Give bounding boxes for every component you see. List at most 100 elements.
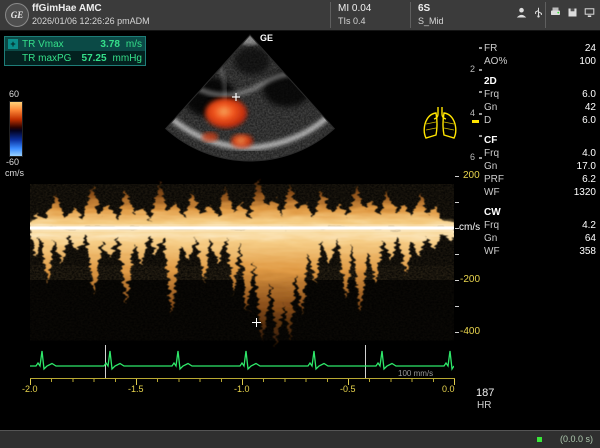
depth-label: 4 [470, 108, 475, 118]
param-value: 6.0 [582, 114, 596, 127]
section-header-cw[interactable]: CW [484, 206, 596, 219]
param-label: Gn [484, 101, 497, 114]
param-row[interactable]: Frq 6.0 [484, 88, 596, 101]
param-label: Gn [484, 232, 497, 245]
param-row[interactable]: Gn 64 [484, 232, 596, 245]
printer-icon[interactable] [550, 7, 561, 18]
param-label: Gn [484, 160, 497, 173]
param-label: PRF [484, 173, 504, 186]
param-row[interactable]: PRF 6.2 [484, 173, 596, 186]
operator-id: ADM [130, 16, 150, 26]
datetime: 2026/01/06 12:26:26 pmADM [32, 15, 150, 27]
param-value: 42 [585, 101, 596, 114]
depth-label: 2 [470, 64, 475, 74]
patient-info: ffGimHae AMC 2026/01/06 12:26:26 pmADM [32, 3, 150, 27]
ecg-trace [30, 346, 454, 378]
param-label: FR [484, 42, 497, 55]
depth-tick [479, 47, 482, 49]
datetime-text: 2026/01/06 12:26:26 pm [32, 16, 130, 26]
measurement-label: TR maxPG [22, 53, 78, 64]
colorbar-max-label: 60 [9, 89, 19, 99]
top-bar: GE ffGimHae AMC 2026/01/06 12:26:26 pmAD… [0, 0, 600, 31]
param-label: WF [484, 245, 500, 258]
measurement-result-box: + TR Vmax 3.78 m/s + TR maxPG 57.25 mmHg [4, 36, 146, 66]
measurement-row[interactable]: + TR maxPG 57.25 mmHg [5, 51, 145, 65]
measurement-unit: mmHg [113, 53, 142, 64]
velocity-tick [455, 332, 459, 333]
depth-tick [479, 113, 482, 115]
section-label: 2D [484, 75, 497, 88]
velocity-scale-unit: cm/s [459, 222, 480, 233]
status-icons [516, 7, 595, 18]
disk-icon[interactable] [567, 7, 578, 18]
param-value: 100 [579, 55, 596, 68]
param-value: 17.0 [577, 160, 596, 173]
bottom-status-bar: (0.0.0 s) [0, 430, 600, 448]
heart-rate-label: HR [477, 400, 491, 411]
usb-icon[interactable] [533, 7, 544, 18]
color-doppler-bar [9, 101, 23, 157]
probe-name[interactable]: 6S [418, 3, 444, 15]
velocity-tick [455, 202, 459, 203]
velocity-scale-bottom: -400 [460, 326, 480, 337]
measurement-unit: m/s [126, 39, 142, 50]
section-label: CF [484, 134, 497, 147]
depth-tick [479, 69, 482, 71]
param-label: Frq [484, 147, 499, 160]
probe-info[interactable]: 6S S_Mid [418, 3, 444, 27]
probe-orientation-marker: GE [260, 33, 273, 43]
clip-time-status: (0.0.0 s) [560, 434, 593, 444]
spectral-baseline[interactable] [30, 227, 454, 230]
param-value: 24 [585, 42, 596, 55]
time-tick-label: -0.5 [340, 384, 356, 394]
topbar-divider [410, 2, 411, 28]
network-icon[interactable] [584, 7, 595, 18]
param-label: D [484, 114, 491, 127]
param-value: 4.0 [582, 147, 596, 160]
time-tick-label: -1.0 [234, 384, 250, 394]
param-value: 1320 [574, 186, 596, 199]
param-row: FR 24 [484, 42, 596, 55]
param-row[interactable]: WF1320 [484, 186, 596, 199]
user-icon[interactable] [516, 7, 527, 18]
param-row[interactable]: D 6.0 [484, 114, 596, 127]
param-value: 358 [579, 245, 596, 258]
preset-name[interactable]: S_Mid [418, 15, 444, 27]
ge-logo: GE [5, 3, 29, 27]
spectral-caliper-marker[interactable] [252, 318, 261, 327]
2d-sector-image[interactable] [152, 31, 348, 163]
param-row[interactable]: Gn 17.0 [484, 160, 596, 173]
sweep-speed-label: 100 mm/s [398, 369, 433, 378]
measurement-value: 57.25 [82, 53, 107, 64]
param-value: 64 [585, 232, 596, 245]
param-row[interactable]: WF 358 [484, 245, 596, 258]
param-row[interactable]: Frq 4.0 [484, 147, 596, 160]
param-value: 6.2 [582, 173, 596, 186]
velocity-tick [455, 254, 459, 255]
colorbar-unit-label: cm/s [5, 168, 24, 178]
section-label: CW [484, 206, 501, 219]
time-tick-label: -2.0 [22, 384, 38, 394]
velocity-tick [455, 280, 459, 281]
measurement-value: 3.78 [100, 39, 119, 50]
param-label: Frq [484, 88, 499, 101]
velocity-scale-mid: -200 [460, 274, 480, 285]
ultrasound-screen: GE ffGimHae AMC 2026/01/06 12:26:26 pmAD… [0, 0, 600, 448]
tis-value: 0.4 [353, 16, 366, 26]
mi-label: MI [338, 3, 349, 14]
param-value: 6.0 [582, 88, 596, 101]
section-header-cf[interactable]: CF [484, 134, 596, 147]
caliper-icon: + [8, 39, 18, 49]
spectral-doppler-trace[interactable] [30, 162, 454, 358]
depth-tick [479, 91, 482, 93]
section-header-2d[interactable]: 2D [484, 75, 596, 88]
param-row[interactable]: Frq4.2 [484, 219, 596, 232]
measurement-row[interactable]: + TR Vmax 3.78 m/s [5, 37, 145, 51]
velocity-tick [455, 306, 459, 307]
focus-marker[interactable] [472, 120, 479, 123]
depth-tick [479, 135, 482, 137]
velocity-scale-top: 200 [463, 170, 480, 181]
colorbar-min-label: -60 [6, 157, 19, 167]
param-label: Frq [484, 219, 499, 232]
param-row[interactable]: Gn 42 [484, 101, 596, 114]
